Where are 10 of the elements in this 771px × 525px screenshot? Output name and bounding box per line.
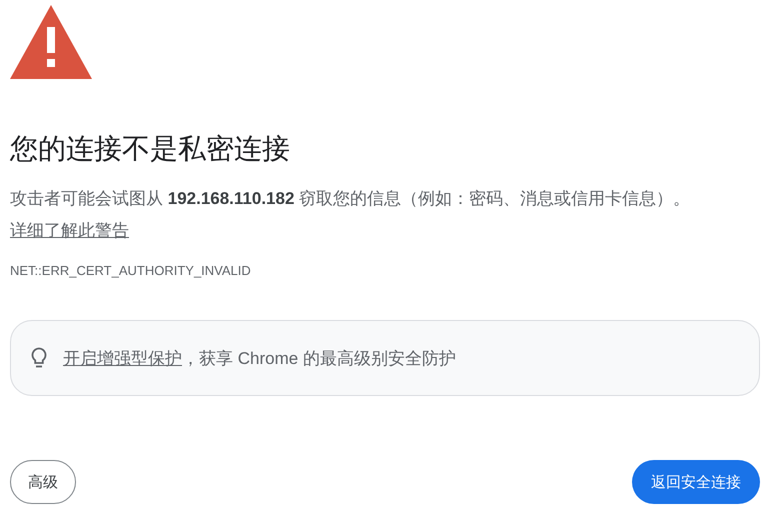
enhanced-protection-link[interactable]: 开启增强型保护 <box>63 348 182 368</box>
learn-more-link[interactable]: 详细了解此警告 <box>10 221 129 240</box>
tip-text: 开启增强型保护，获享 Chrome 的最高级别安全防护 <box>63 348 456 370</box>
lightbulb-icon <box>31 347 47 369</box>
warning-icon <box>10 5 92 79</box>
error-code: NET::ERR_CERT_AUTHORITY_INVALID <box>10 263 252 278</box>
page-heading: 您的连接不是私密连接 <box>10 132 291 166</box>
warning-message: 攻击者可能会试图从 192.168.110.182 窃取您的信息（例如：密码、消息或信用卡信息）。 详细了解此警告 <box>10 188 692 242</box>
back-to-safety-button[interactable]: 返回安全连接 <box>632 460 760 504</box>
advanced-button[interactable]: 高级 <box>10 460 76 504</box>
